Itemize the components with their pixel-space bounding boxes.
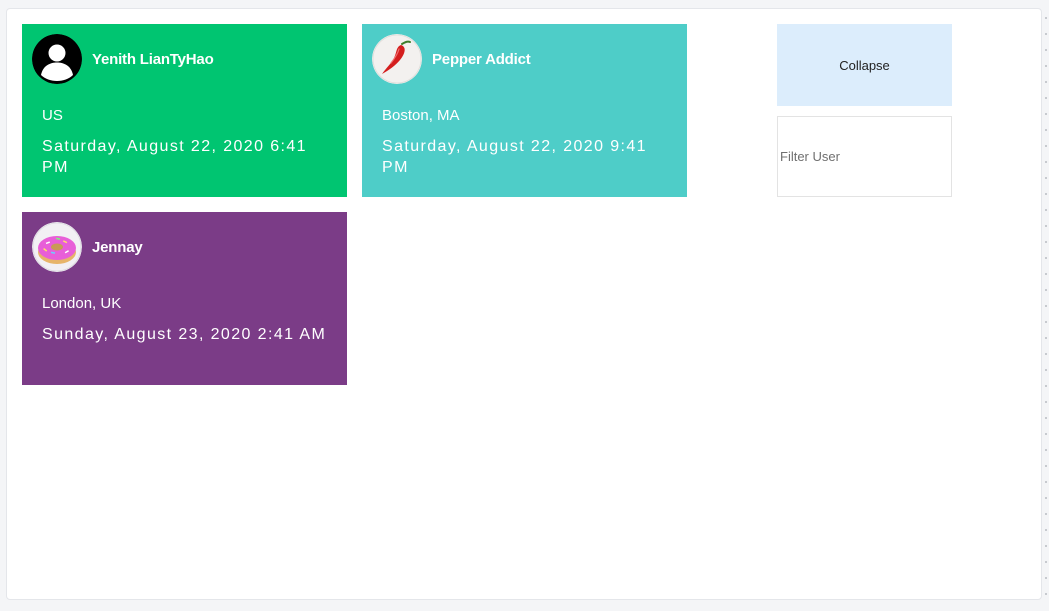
card-location: US [42,107,63,124]
user-card-jennay[interactable]: Jennay London, UK Sunday, August 23, 202… [22,212,347,385]
collapse-button[interactable]: Collapse [777,24,952,106]
card-location: Boston, MA [382,107,460,124]
card-header: Jennay [32,222,143,272]
scrollbar-dots [1045,10,1047,600]
user-card-pepper-addict[interactable]: Pepper Addict Boston, MA Saturday, Augus… [362,24,687,197]
card-datetime: Sunday, August 23, 2020 2:41 AM [42,326,327,343]
user-card-yenith[interactable]: Yenith LianTyHao US Saturday, August 22,… [22,24,347,197]
default-user-icon [32,34,82,84]
card-datetime: Saturday, August 22, 2020 9:41 PM [382,138,647,176]
card-username: Pepper Addict [432,50,531,68]
donut-icon [32,222,82,272]
chili-pepper-icon [372,34,422,84]
card-header: Pepper Addict [372,34,531,84]
card-datetime: Saturday, August 22, 2020 6:41 PM [42,138,307,176]
card-header: Yenith LianTyHao [32,34,214,84]
card-username: Jennay [92,238,143,256]
card-location: London, UK [42,295,122,312]
card-username: Yenith LianTyHao [92,50,214,68]
filter-user-input[interactable] [777,116,952,197]
